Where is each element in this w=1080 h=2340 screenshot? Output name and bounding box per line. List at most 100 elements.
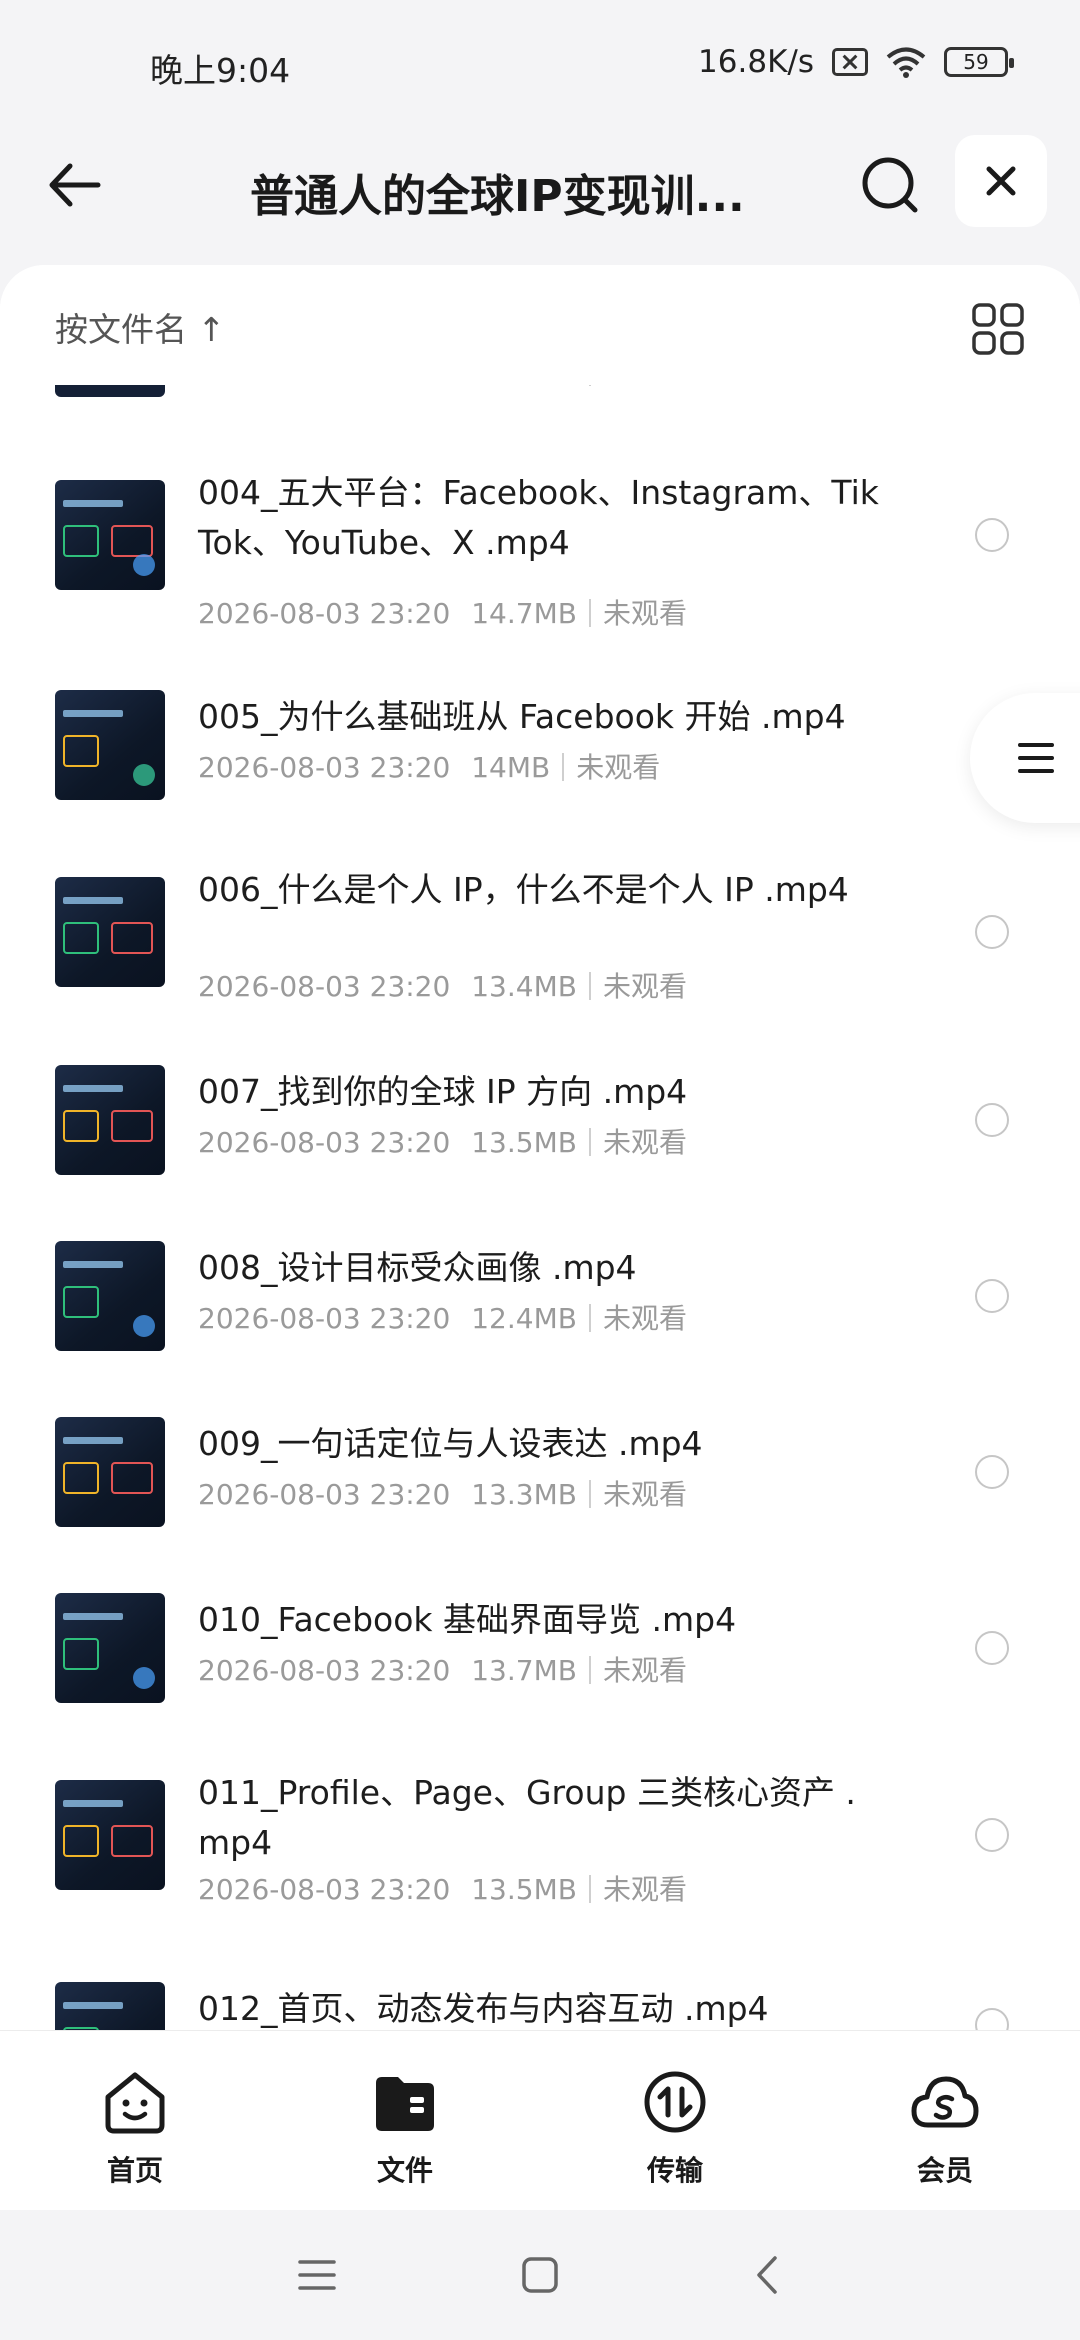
top-bar: 普通人的全球IP变现训...	[0, 130, 1080, 270]
file-size: 13.7MB	[471, 1654, 577, 1687]
file-size: 13.4MB	[471, 970, 577, 1003]
file-date: 2026-08-03 23:20	[198, 597, 451, 630]
recent-apps-icon[interactable]	[294, 2252, 340, 2298]
search-icon	[862, 157, 918, 213]
file-meta: 2026-08-03 23:20 14MB 未观看	[198, 746, 660, 786]
select-checkbox[interactable]	[975, 915, 1009, 949]
file-date: 2026-08-03 23:20	[198, 1126, 451, 1159]
select-checkbox[interactable]	[975, 1631, 1009, 1665]
file-date: 2026-08-03 23:20	[198, 1654, 451, 1687]
nav-files-label: 文件	[376, 2154, 433, 2187]
no-sim-icon	[832, 48, 868, 76]
wifi-icon	[886, 47, 926, 78]
file-name: 007_找到你的全球 IP 方向 .mp4	[198, 1072, 688, 1111]
select-checkbox[interactable]	[975, 2008, 1009, 2030]
transfer-icon	[644, 2071, 706, 2133]
folder-icon	[376, 2077, 434, 2131]
file-meta: 2026-08-03 23:20 13.3MB 未观看	[198, 1473, 687, 1513]
file-date: 2026-08-03 23:20	[198, 1478, 451, 1511]
video-thumbnail	[55, 690, 165, 800]
video-thumbnail	[55, 1780, 165, 1890]
file-meta: 2026-08-03 23:20 13.4MB 未观看	[198, 965, 687, 1005]
video-thumbnail	[55, 1982, 165, 2030]
status-bar: 晚上9:04 16.8K/s 59	[0, 0, 1080, 130]
cloud-vip-icon	[911, 2076, 979, 2128]
list-item[interactable]: 004_五大平台：Facebook、Instagram、TikTok、YouTu…	[0, 473, 1080, 660]
file-date: 2026-08-03 23:20	[198, 751, 451, 784]
nav-vip[interactable]: 会员	[810, 2031, 1080, 2210]
file-date: 2026-08-03 23:20	[198, 1302, 451, 1335]
watch-status: 未观看	[602, 1654, 687, 1687]
file-list[interactable]: 2026-08-03 23:20 15.5MB未观看 004_五大平台：Face…	[0, 265, 1080, 2030]
watch-status: 未观看	[602, 1478, 687, 1511]
watch-status: 未观看	[602, 1873, 687, 1906]
list-item[interactable]: 008_设计目标受众画像 .mp4 2026-08-03 23:20 12.4M…	[0, 1241, 1080, 1361]
status-time: 晚上9:04	[150, 51, 291, 90]
video-thumbnail	[55, 877, 165, 987]
nav-home[interactable]: 首页	[0, 2031, 270, 2210]
nav-transfer-label: 传输	[646, 2154, 703, 2187]
list-item[interactable]: 009_一句话定位与人设表达 .mp4 2026-08-03 23:20 13.…	[0, 1417, 1080, 1537]
file-name: 006_什么是个人 IP，什么不是个人 IP .mp4	[198, 870, 849, 909]
video-thumbnail	[55, 1593, 165, 1703]
list-item[interactable]: 006_什么是个人 IP，什么不是个人 IP .mp4 2026-08-03 2…	[0, 870, 1080, 1027]
back-arrow-icon	[49, 163, 101, 207]
file-date: 2026-08-03 23:20	[198, 1873, 451, 1906]
file-list-panel: 2026-08-03 23:20 15.5MB未观看 004_五大平台：Face…	[0, 265, 1080, 2030]
sort-by-filename-button[interactable]: 按文件名 ↑	[55, 303, 225, 351]
video-thumbnail	[55, 1241, 165, 1351]
close-icon	[986, 166, 1016, 196]
nav-transfer[interactable]: 传输	[540, 2031, 810, 2210]
network-speed: 16.8K/s	[698, 44, 814, 80]
select-checkbox[interactable]	[975, 1455, 1009, 1489]
video-thumbnail	[55, 1065, 165, 1175]
file-meta: 2026-08-03 23:20 12.4MB 未观看	[198, 1297, 687, 1337]
nav-files[interactable]: 文件	[270, 2031, 540, 2210]
close-button[interactable]	[955, 135, 1047, 227]
file-name: 012_首页、动态发布与内容互动 .mp4	[198, 1989, 769, 2028]
bottom-nav: 首页 文件 传输 会员	[0, 2030, 1080, 2210]
select-checkbox[interactable]	[975, 518, 1009, 552]
file-name: 008_设计目标受众画像 .mp4	[198, 1248, 637, 1287]
grid-view-button[interactable]	[970, 301, 1026, 357]
list-item[interactable]: 005_为什么基础班从 Facebook 开始 .mp4 2026-08-03 …	[0, 690, 1080, 830]
nav-home-label: 首页	[106, 2154, 163, 2187]
file-name: 004_五大平台：Facebook、Instagram、TikTok、YouTu…	[198, 473, 879, 562]
file-name: 010_Facebook 基础界面导览 .mp4	[198, 1600, 737, 1639]
list-item[interactable]: 011_Profile、Page、Group 三类核心资产 .mp4 2026-…	[0, 1773, 1080, 1930]
file-date: 2026-08-03 23:20	[198, 970, 451, 1003]
nav-vip-label: 会员	[916, 2154, 973, 2187]
watch-status: 未观看	[576, 751, 661, 784]
watch-status: 未观看	[602, 970, 687, 1003]
file-size: 13.5MB	[471, 1873, 577, 1906]
grid-view-icon	[972, 303, 1024, 355]
file-name: 009_一句话定位与人设表达 .mp4	[198, 1424, 703, 1463]
select-checkbox[interactable]	[975, 1103, 1009, 1137]
file-meta: 2026-08-03 23:20 14.7MB 未观看	[198, 592, 687, 632]
file-size: 12.4MB	[471, 1302, 577, 1335]
select-checkbox[interactable]	[975, 1818, 1009, 1852]
file-meta: 2026-08-03 23:20 13.5MB 未观看	[198, 1121, 687, 1161]
battery-icon: 59	[944, 47, 1014, 77]
list-item[interactable]: 007_找到你的全球 IP 方向 .mp4 2026-08-03 23:20 1…	[0, 1065, 1080, 1185]
page-title: 普通人的全球IP变现训...	[250, 171, 745, 222]
back-chevron-icon[interactable]	[745, 2252, 791, 2298]
video-thumbnail	[55, 1417, 165, 1527]
search-button[interactable]	[855, 150, 925, 220]
select-checkbox[interactable]	[975, 1279, 1009, 1313]
video-thumbnail	[55, 480, 165, 590]
status-indicators: 16.8K/s 59	[698, 44, 1014, 80]
watch-status: 未观看	[602, 1126, 687, 1159]
system-nav-bar	[0, 2210, 1080, 2340]
file-name: 005_为什么基础班从 Facebook 开始 .mp4	[198, 697, 846, 736]
list-item[interactable]: 010_Facebook 基础界面导览 .mp4 2026-08-03 23:2…	[0, 1593, 1080, 1713]
back-button[interactable]	[40, 150, 110, 220]
file-meta: 2026-08-03 23:20 13.5MB 未观看	[198, 1868, 687, 1908]
menu-icon	[1018, 743, 1054, 773]
watch-status: 未观看	[602, 1302, 687, 1335]
home-square-icon[interactable]	[517, 2252, 563, 2298]
file-meta: 2026-08-03 23:20 13.7MB 未观看	[198, 1649, 687, 1689]
file-size: 13.5MB	[471, 1126, 577, 1159]
list-item[interactable]: 012_首页、动态发布与内容互动 .mp4	[0, 1982, 1080, 2030]
file-size: 14MB	[471, 751, 551, 784]
